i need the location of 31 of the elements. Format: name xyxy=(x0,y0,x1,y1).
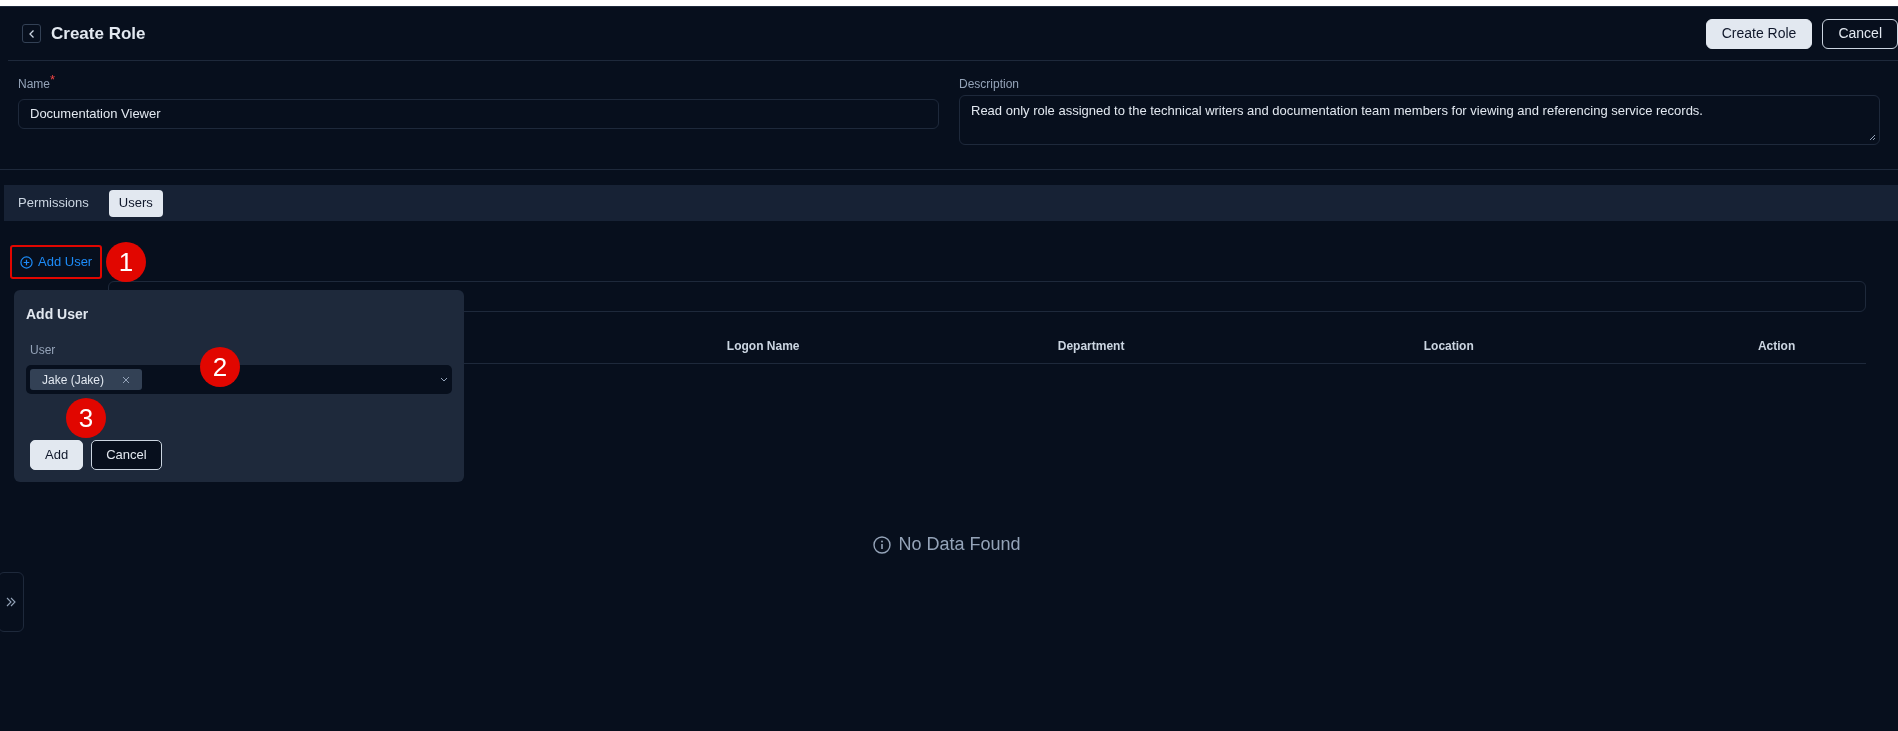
annotation-badge: 1 xyxy=(106,242,146,282)
cancel-button[interactable]: Cancel xyxy=(1822,18,1898,49)
column-header: Logon Name xyxy=(726,337,800,355)
tab[interactable]: Users xyxy=(108,189,163,217)
add-user-link[interactable]: Add User xyxy=(10,245,103,279)
tab[interactable]: Permissions xyxy=(8,189,99,217)
description-text: Read only role assigned to the technical writers and documentation team members for viewing and referencing service records. xyxy=(971,103,1703,118)
cancel-button[interactable]: Cancel xyxy=(91,440,162,470)
column-header: Department xyxy=(1057,337,1125,355)
description-field[interactable]: Read only role assigned to the technical writers and documentation team members for viewing and referencing service records. xyxy=(959,95,1880,145)
popover-title: Add User xyxy=(26,305,90,324)
chip-label: Jake (Jake) xyxy=(42,371,105,389)
required-mark: * xyxy=(50,75,56,85)
double-chevron-right-icon xyxy=(6,597,16,607)
plus-circle-icon xyxy=(20,255,33,269)
field-label: Name xyxy=(18,76,50,93)
close-icon xyxy=(122,375,131,384)
chevron-down-icon xyxy=(440,376,448,383)
create-role-button[interactable]: Create Role xyxy=(1705,18,1813,49)
chevron-left-icon xyxy=(27,28,36,39)
empty-message: No Data Found xyxy=(898,533,1021,556)
back-button[interactable] xyxy=(22,24,41,43)
page-title: Create Role xyxy=(51,22,146,45)
add-button[interactable]: Add xyxy=(30,440,84,470)
column-header: Action xyxy=(1757,337,1796,355)
column-header: Location xyxy=(1423,337,1474,355)
name-field[interactable]: Documentation Viewer xyxy=(18,99,939,129)
field-label: Description xyxy=(959,76,1021,89)
field-label: User xyxy=(30,342,57,359)
info-icon xyxy=(873,535,892,554)
resize-handle-icon xyxy=(1869,134,1876,141)
